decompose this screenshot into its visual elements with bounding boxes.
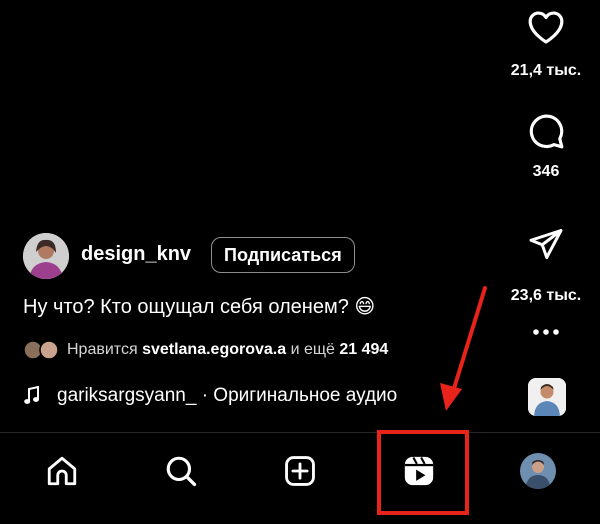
likes-count: 21 494 [339, 341, 389, 358]
more-horizontal-icon [533, 329, 559, 335]
comment-count: 346 [532, 163, 560, 180]
likers-avatar-stack [23, 340, 59, 360]
bottom-navigation-bar [0, 432, 600, 524]
nav-profile[interactable] [516, 449, 560, 493]
likes-summary[interactable]: Нравится svetlana.egorova.a и ещё 21 494 [67, 341, 388, 359]
likes-prefix: Нравится [67, 341, 138, 358]
person-thumbnail-image [528, 378, 566, 416]
author-avatar-image [23, 233, 69, 279]
audio-label[interactable]: gariksargsyann_ · Оригинальное аудио [57, 385, 397, 407]
follow-button[interactable]: Подписаться [211, 237, 355, 273]
send-icon [529, 229, 563, 259]
home-icon [47, 456, 77, 486]
comment-icon [529, 114, 564, 149]
like-button[interactable] [527, 9, 565, 45]
likes-user[interactable]: svetlana.egorova.a [142, 341, 286, 358]
share-button[interactable] [528, 227, 564, 261]
caption-emoji: 😄 [354, 296, 376, 318]
audio-thumbnail[interactable] [528, 378, 566, 416]
music-note-icon [24, 386, 40, 406]
nav-search[interactable] [159, 449, 203, 493]
likes-middle: и ещё [290, 341, 335, 358]
nav-home[interactable] [40, 449, 84, 493]
annotation-highlight-box [377, 430, 469, 515]
create-icon [285, 456, 315, 486]
author-username[interactable]: design_knv [81, 243, 191, 266]
nav-create[interactable] [278, 449, 322, 493]
caption-text: Ну что? Кто ощущал себя оленем? [23, 296, 349, 318]
post-caption: Ну что? Кто ощущал себя оленем? 😄 [23, 294, 375, 319]
heart-icon [528, 11, 564, 44]
profile-avatar-image [520, 453, 556, 489]
author-avatar[interactable] [23, 233, 69, 279]
profile-avatar [520, 453, 556, 489]
more-button[interactable] [530, 326, 562, 338]
likers-avatars [23, 340, 63, 360]
share-count: 23,6 тыс. [510, 287, 582, 304]
comment-button[interactable] [527, 112, 565, 150]
annotation-arrow [440, 286, 487, 411]
search-icon [166, 456, 197, 487]
like-count: 21,4 тыс. [510, 62, 582, 79]
